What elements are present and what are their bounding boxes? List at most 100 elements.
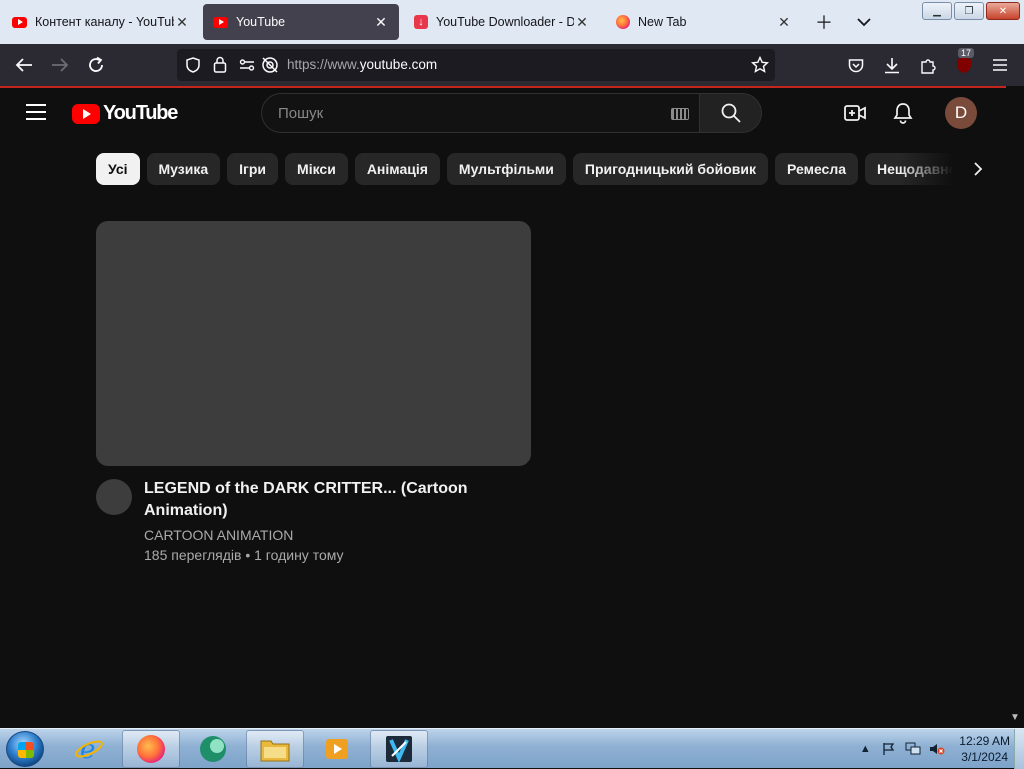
ublock-icon: [957, 57, 971, 73]
taskbar-firefox[interactable]: [122, 730, 180, 768]
url-prefix: https://www.: [287, 57, 360, 72]
new-tab-button[interactable]: ＋: [812, 10, 836, 34]
youtube-logo[interactable]: YouTube: [72, 102, 178, 125]
media-player-icon: [326, 739, 348, 759]
youtube-play-icon: [72, 103, 100, 124]
create-video-icon: [844, 105, 866, 121]
address-bar[interactable]: https://www.youtube.com: [177, 49, 775, 81]
chip-games[interactable]: Ігри: [227, 153, 279, 185]
chips-fade: [900, 153, 976, 185]
avatar[interactable]: D: [945, 97, 977, 129]
youtube-icon: [12, 16, 27, 28]
tab-new-tab[interactable]: New Tab ✕: [606, 4, 802, 40]
bookmark-star-icon[interactable]: [751, 56, 769, 74]
shield-icon[interactable]: [185, 57, 201, 73]
reload-icon: [89, 56, 103, 72]
chip-crafts[interactable]: Ремесла: [775, 153, 859, 185]
tab-title: YouTube: [236, 15, 286, 29]
green-app-icon: [200, 736, 226, 762]
windows-taskbar: e ▲ 12:29 AM 3/1/2024: [0, 728, 1024, 769]
chip-all[interactable]: Усі: [96, 153, 140, 185]
taskbar-file-explorer[interactable]: [246, 730, 304, 768]
chip-mixes[interactable]: Мікси: [285, 153, 348, 185]
clock-time: 12:29 AM: [959, 734, 1010, 748]
minimize-button[interactable]: ▁: [922, 2, 952, 20]
close-icon[interactable]: ✕: [174, 14, 190, 30]
permissions-icon[interactable]: [239, 58, 255, 72]
download-icon: ↓: [414, 15, 428, 29]
notifications-button[interactable]: [891, 101, 915, 125]
chip-cartoons[interactable]: Мультфільми: [446, 153, 566, 185]
download-arrow-icon: [885, 57, 899, 73]
url-text[interactable]: https://www.youtube.com: [287, 57, 437, 72]
chip-animation[interactable]: Анімація: [354, 153, 440, 185]
puzzle-icon: [920, 58, 936, 74]
video-thumbnail[interactable]: [96, 221, 531, 466]
internet-explorer-icon: e: [75, 735, 103, 764]
url-host: youtube.com: [359, 57, 438, 72]
channel-name[interactable]: CARTOON ANIMATION: [144, 527, 293, 543]
video-metadata: 185 переглядів • 1 годину тому: [144, 547, 344, 563]
video-title[interactable]: LEGEND of the DARK CRITTER... (Cartoon A…: [144, 478, 484, 522]
chips-next-button[interactable]: [966, 157, 990, 181]
menu-button[interactable]: [988, 53, 1012, 77]
show-desktop-button[interactable]: [1014, 729, 1024, 769]
tab-title: Контент каналу - YouTube: [35, 15, 174, 29]
downloads-button[interactable]: [880, 53, 904, 77]
restore-button[interactable]: ❐: [954, 2, 984, 20]
reload-button[interactable]: [84, 53, 108, 77]
ublock-extension-button[interactable]: 17: [952, 48, 976, 77]
taskbar-internet-explorer[interactable]: e: [60, 730, 118, 768]
clock[interactable]: 12:29 AM 3/1/2024: [959, 733, 1010, 765]
list-tabs-button[interactable]: [852, 10, 876, 34]
folder-icon: [260, 740, 290, 762]
chevron-right-icon: [974, 162, 983, 176]
category-chips: Усі Музика Ігри Мікси Анімація Мультфільми При…: [96, 153, 976, 185]
firefox-icon: [137, 735, 165, 763]
window-controls: ▁ ❐ ✕: [918, 0, 1024, 22]
tab-channel-content[interactable]: Контент каналу - YouTube ✕: [2, 4, 200, 40]
taskbar-media-player[interactable]: [308, 730, 366, 768]
keyboard-icon[interactable]: [671, 108, 689, 120]
system-tray: ▲ 12:29 AM 3/1/2024: [849, 729, 1010, 769]
pocket-button[interactable]: [844, 53, 868, 77]
search-icon: [721, 103, 741, 123]
close-icon[interactable]: ✕: [373, 14, 389, 30]
tab-title: New Tab: [638, 15, 687, 29]
start-button[interactable]: [6, 731, 44, 767]
chip-music[interactable]: Музика: [146, 153, 221, 185]
chip-action-adventure[interactable]: Пригодницький бойовик: [572, 153, 768, 185]
close-window-button[interactable]: ✕: [986, 2, 1020, 20]
back-button[interactable]: [12, 53, 36, 77]
pocket-icon: [848, 58, 864, 72]
youtube-icon: [213, 16, 228, 28]
youtube-logo-text: YouTube: [103, 102, 178, 124]
firefox-icon: [616, 15, 630, 29]
show-hidden-icons-icon[interactable]: ▲: [857, 741, 873, 757]
action-center-flag-icon[interactable]: [881, 741, 897, 757]
search-input[interactable]: Пошук: [261, 93, 699, 133]
create-button[interactable]: [843, 101, 867, 125]
search-button[interactable]: [699, 93, 762, 133]
tab-youtube-downloader[interactable]: ↓ YouTube Downloader - Do ✕: [404, 4, 600, 40]
taskbar-app-green[interactable]: [184, 730, 242, 768]
lock-icon[interactable]: [213, 56, 227, 73]
volume-muted-icon[interactable]: [929, 741, 945, 757]
bell-icon: [893, 103, 913, 124]
extensions-button[interactable]: [916, 53, 940, 77]
browser-tab-strip: Контент каналу - YouTube ✕ YouTube ✕ ↓ Y…: [0, 0, 1024, 44]
close-icon[interactable]: ✕: [776, 14, 792, 30]
taskbar-video-editor[interactable]: [370, 730, 428, 768]
search-placeholder: Пошук: [278, 105, 324, 122]
close-icon[interactable]: ✕: [574, 14, 590, 30]
forward-button[interactable]: [48, 53, 72, 77]
tab-youtube[interactable]: YouTube ✕: [203, 4, 399, 40]
channel-avatar[interactable]: [96, 479, 132, 515]
scroll-down-arrow-icon[interactable]: ▼: [1010, 712, 1022, 726]
chevron-down-icon: [857, 18, 871, 27]
guide-menu-icon[interactable]: [26, 104, 46, 120]
tab-title: YouTube Downloader - Do: [436, 15, 574, 29]
tracking-protection-icon[interactable]: [261, 56, 279, 74]
network-icon[interactable]: [905, 741, 921, 757]
arrow-right-icon: [52, 58, 69, 72]
